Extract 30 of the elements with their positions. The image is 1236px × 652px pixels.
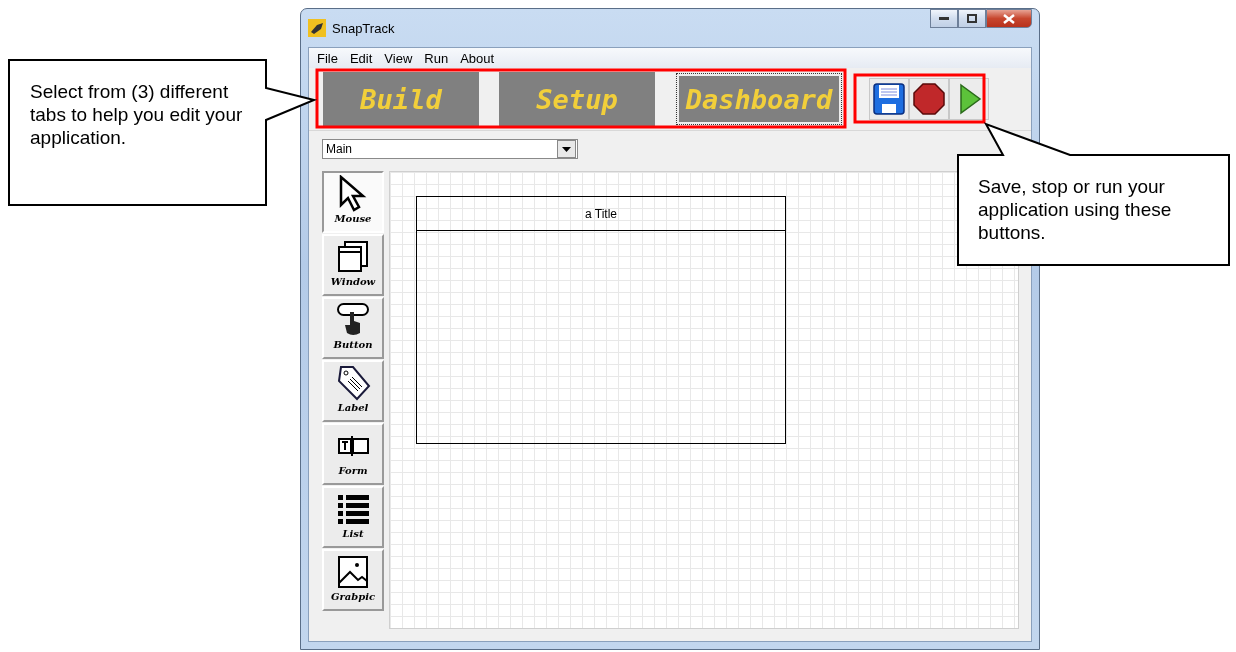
menu-item[interactable]: View	[378, 50, 419, 66]
callout-text: Select from (3) different tabs to help you edit your application.	[30, 80, 244, 149]
tool-button[interactable]: Window	[322, 234, 384, 296]
widget-title: a Title	[417, 197, 785, 231]
caret-icon	[562, 146, 571, 152]
window-widget[interactable]: a Title	[416, 196, 786, 444]
tool-button[interactable]: Label	[322, 360, 384, 422]
menu-item[interactable]: File	[311, 50, 344, 66]
menu-item[interactable]: Edit	[343, 50, 379, 66]
menu-item[interactable]: Run	[418, 50, 455, 66]
stop-icon	[912, 82, 946, 116]
stop-button[interactable]	[909, 78, 949, 120]
run-button[interactable]	[949, 78, 989, 120]
tool-button[interactable]: Form	[322, 423, 384, 485]
minimize-icon	[939, 16, 949, 21]
minimize-button[interactable]	[930, 9, 958, 28]
maximize-button[interactable]	[958, 9, 986, 28]
tool-button[interactable]: List	[322, 486, 384, 548]
tool-button[interactable]: Mouse	[322, 171, 384, 233]
callout-text: Save, stop or run your application using these buttons.	[978, 175, 1173, 244]
maximize-icon	[967, 14, 977, 23]
app-icon	[308, 19, 326, 37]
close-button[interactable]	[986, 9, 1032, 28]
screen-dropdown[interactable]: Main	[322, 139, 578, 159]
window-title: SnapTrack	[332, 20, 395, 36]
tool-button[interactable]: Grabpic	[322, 549, 384, 611]
tool-button[interactable]: Button	[322, 297, 384, 359]
close-icon	[1003, 13, 1015, 24]
save-button[interactable]	[869, 78, 909, 120]
menu-item[interactable]: About	[454, 50, 501, 66]
